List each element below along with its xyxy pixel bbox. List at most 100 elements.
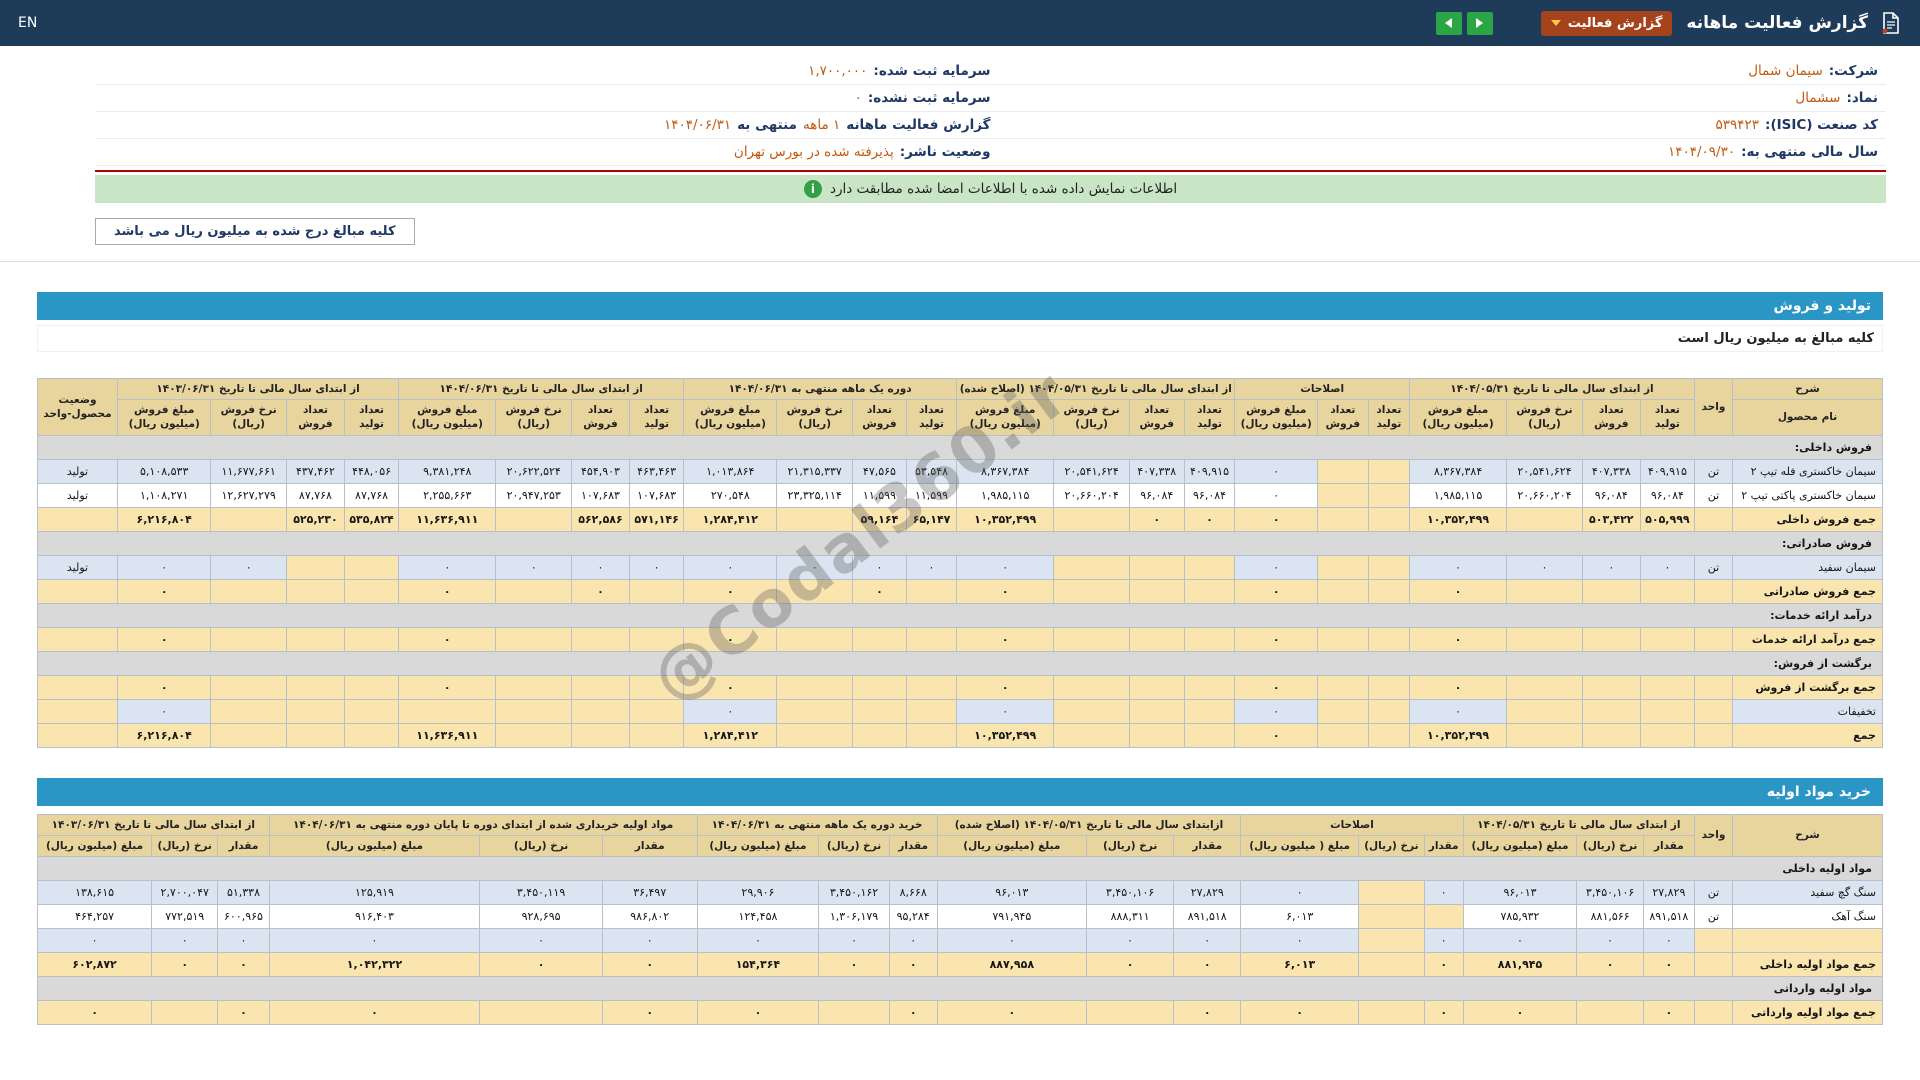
value-cell: ۰ bbox=[1234, 578, 1318, 604]
header-subcol: مبلغ فروش (میلیون ریال) bbox=[1408, 399, 1508, 436]
value-cell: ۹,۳۸۱,۲۴۸ bbox=[398, 458, 497, 484]
value-cell: ۱۱,۵۹۹ bbox=[851, 482, 907, 508]
header-subcol: مبلغ فروش (میلیون ریال) bbox=[116, 399, 212, 436]
value-cell: ۰ bbox=[888, 927, 938, 953]
value-cell bbox=[1367, 578, 1410, 604]
value-cell bbox=[1576, 999, 1644, 1025]
top-navbar: گزارش فعالیت ماهانه گزارش فعالیت EN bbox=[0, 0, 1920, 46]
header-sharh: شرح bbox=[1732, 377, 1883, 401]
value-cell: ۰ bbox=[851, 554, 907, 580]
value-cell bbox=[1367, 506, 1410, 532]
value-cell: ۰ bbox=[210, 554, 287, 580]
table-row: جمع ۱۰,۳۵۲,۴۹۹ ۰ ۱۰,۳۵۲,۴۹۹ ۱,۲۸۴,۴۱۲ ۱۱,۶۳۶,… bbox=[37, 722, 1883, 748]
value-cell bbox=[1506, 722, 1583, 748]
status-cell bbox=[37, 506, 118, 532]
header-subcol: نرخ (ریال) bbox=[479, 834, 603, 857]
value-cell bbox=[1506, 578, 1583, 604]
value-cell bbox=[1317, 458, 1369, 484]
value-cell: ۱۰,۳۵۲,۴۹۹ bbox=[956, 722, 1055, 748]
value-cell bbox=[1367, 482, 1410, 508]
value-cell: ۰ bbox=[268, 999, 481, 1025]
value-cell bbox=[1128, 698, 1185, 724]
info-label: منتهی به bbox=[737, 117, 798, 133]
value-cell: ۰ bbox=[851, 578, 907, 604]
value-cell: ۶,۰۱۳ bbox=[1240, 903, 1359, 929]
materials-purchase-table: شرح واحد از ابتدای سال مالی تا تاریخ ۱۴۰۴/… bbox=[36, 813, 1883, 1025]
value-cell bbox=[776, 674, 853, 700]
value-cell: ۰ bbox=[217, 927, 270, 953]
value-cell: ۰ bbox=[398, 554, 497, 580]
value-cell: ۴۰۹,۹۱۵ bbox=[1183, 458, 1236, 484]
header-sharh: شرح bbox=[1732, 813, 1883, 857]
value-cell bbox=[1506, 626, 1583, 652]
info-label: وضعیت ناشر: bbox=[899, 144, 991, 160]
section-row: درآمد ارائه خدمات: bbox=[37, 602, 1883, 628]
value-cell: ۹۶,۰۸۴ bbox=[1128, 482, 1185, 508]
value-cell: ۲۰,۵۴۱,۶۲۴ bbox=[1506, 458, 1583, 484]
amounts-note-button[interactable]: کلیه مبالغ درج شده به میلیون ریال می باش… bbox=[95, 218, 415, 245]
value-cell: ۰ bbox=[683, 674, 778, 700]
value-cell: ۸۹۱,۵۱۸ bbox=[1642, 903, 1696, 929]
value-cell: ۰ bbox=[888, 999, 938, 1025]
value-cell bbox=[1367, 674, 1410, 700]
value-cell bbox=[1581, 698, 1641, 724]
chevron-left-icon bbox=[1445, 18, 1453, 28]
value-cell bbox=[1506, 698, 1583, 724]
value-cell: ۱۵۴,۳۶۴ bbox=[696, 951, 820, 977]
value-cell: ۰ bbox=[217, 999, 270, 1025]
value-cell: ۱۲۵,۹۱۹ bbox=[268, 879, 481, 905]
previous-report-button[interactable] bbox=[1435, 11, 1462, 35]
section-row: مواد اولیه وارداتی bbox=[37, 975, 1883, 1001]
value-cell: ۰ bbox=[151, 927, 219, 953]
header-subcol: تعداد تولید bbox=[343, 399, 400, 436]
info-label: سرمایه ثبت شده: bbox=[873, 63, 991, 79]
value-cell bbox=[1128, 626, 1185, 652]
value-cell: ۸۸۱,۹۴۵ bbox=[1462, 951, 1578, 977]
header-subcol: تعداد تولید bbox=[628, 399, 685, 436]
value-cell: ۵۳۵,۸۲۴ bbox=[343, 506, 400, 532]
value-cell: ۶۰۰,۹۶۵ bbox=[217, 903, 270, 929]
header-subcol: مقدار bbox=[888, 834, 938, 857]
value-cell: ۰ bbox=[601, 951, 698, 977]
status-cell: تولید bbox=[37, 554, 118, 580]
value-cell: ۵۲۵,۲۳۰ bbox=[285, 506, 345, 532]
value-cell bbox=[495, 722, 572, 748]
report-type-dropdown[interactable]: گزارش فعالیت bbox=[1540, 10, 1673, 36]
value-cell: ۰ bbox=[1462, 927, 1578, 953]
status-cell bbox=[37, 578, 118, 604]
value-cell bbox=[210, 578, 287, 604]
info-unregistered-capital: سرمایه ثبت نشده: ۰ bbox=[103, 90, 991, 106]
value-cell: ۴۶۳,۴۶۳ bbox=[628, 458, 685, 484]
value-cell: ۰ bbox=[956, 554, 1055, 580]
value-cell: ۰ bbox=[1506, 554, 1583, 580]
value-cell: ۲۰,۵۴۱,۶۲۴ bbox=[1053, 458, 1130, 484]
row-label: جمع bbox=[1732, 722, 1883, 748]
header-group: از ابتدای سال مالی تا تاریخ ۱۴۰۴/۰۶/۳۱ bbox=[398, 377, 685, 401]
value-cell bbox=[1367, 626, 1410, 652]
value-cell: ۹۶,۰۱۳ bbox=[936, 879, 1088, 905]
value-cell: ۱۲,۶۲۷,۲۷۹ bbox=[210, 482, 287, 508]
value-cell: ۰ bbox=[956, 578, 1055, 604]
value-cell: ۶,۲۱۶,۸۰۴ bbox=[116, 506, 212, 532]
value-cell bbox=[905, 578, 958, 604]
value-cell: ۲۰,۶۲۲,۵۲۴ bbox=[495, 458, 572, 484]
unit-cell: تن bbox=[1694, 554, 1733, 580]
value-cell bbox=[479, 999, 603, 1025]
next-report-button[interactable] bbox=[1466, 11, 1493, 35]
language-toggle[interactable]: EN bbox=[18, 15, 37, 31]
table-row: سیمان خاکستری پاکتی تیپ ۲ تن ۹۶,۰۸۴ ۹۶,۰۸۴ ۲… bbox=[37, 482, 1883, 508]
value-cell: ۰ bbox=[956, 674, 1055, 700]
report-document-icon[interactable] bbox=[1878, 11, 1902, 35]
value-cell: ۰ bbox=[683, 698, 778, 724]
value-cell bbox=[1367, 554, 1410, 580]
value-cell bbox=[905, 626, 958, 652]
value-cell bbox=[1367, 458, 1410, 484]
value-cell: ۱۱,۶۳۶,۹۱۱ bbox=[398, 722, 497, 748]
header-group: خرید دوره یک ماهه منتهی به ۱۴۰۴/۰۶/۳۱ bbox=[696, 813, 938, 836]
value-cell bbox=[343, 554, 400, 580]
value-cell: ۸,۶۶۸ bbox=[888, 879, 938, 905]
value-cell bbox=[1639, 722, 1696, 748]
value-cell: ۰ bbox=[1423, 927, 1464, 953]
value-cell: ۰ bbox=[36, 927, 153, 953]
value-cell bbox=[1639, 674, 1696, 700]
